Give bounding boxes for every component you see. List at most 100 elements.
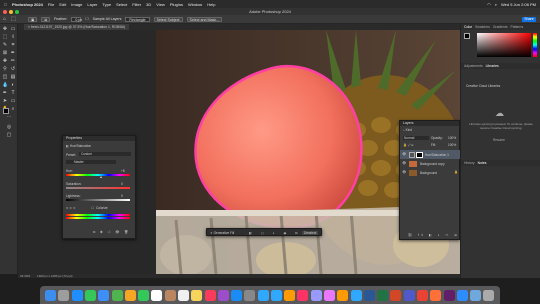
deselect-button[interactable]: Deselect: [302, 230, 319, 235]
home-icon[interactable]: ⌂: [3, 16, 6, 22]
select-subject-button[interactable]: Select Subject: [153, 16, 183, 22]
search-icon[interactable]: ⌕: [495, 2, 497, 7]
stamp-tool-icon[interactable]: ⚲: [2, 66, 8, 72]
menu-layer[interactable]: Layer: [87, 2, 97, 7]
layers-footer-icons[interactable]: ⛓ fx ◧ ◐ ▭ ⊞ 🗑: [408, 233, 460, 237]
tab-history[interactable]: History: [464, 160, 475, 166]
dock-app-icon[interactable]: [470, 289, 482, 301]
dock-app-icon[interactable]: [284, 289, 296, 301]
layer-row[interactable]: 👁 Hue/Saturation 1: [400, 150, 460, 159]
more-tools-icon[interactable]: ⋯: [6, 114, 12, 120]
dock-app-icon[interactable]: [390, 289, 402, 301]
foreground-swatch[interactable]: [464, 33, 470, 39]
add-selection-button[interactable]: ⧉: [41, 16, 50, 22]
minimize-window-button[interactable]: [9, 9, 13, 14]
hue-strip[interactable]: [533, 33, 537, 57]
new-selection-button[interactable]: ▣: [28, 16, 38, 22]
gradient-tool-icon[interactable]: ▤: [10, 74, 16, 80]
menu-plugins[interactable]: Plugins: [170, 2, 183, 7]
select-and-mask-button[interactable]: Select and Mask...: [186, 16, 223, 22]
blur-tool-icon[interactable]: 💧: [2, 82, 8, 88]
saturation-value[interactable]: 0: [121, 182, 123, 186]
feather-input[interactable]: 0 px: [71, 16, 82, 22]
menu-3d[interactable]: 3D: [146, 2, 151, 7]
eraser-tool-icon[interactable]: ◫: [2, 74, 8, 80]
layer-name[interactable]: Background copy: [420, 162, 445, 166]
close-window-button[interactable]: [3, 9, 7, 14]
menu-app-name[interactable]: Photoshop 2024: [12, 2, 43, 7]
dock-app-icon[interactable]: [111, 289, 123, 301]
frame-tool-icon[interactable]: ⊠: [2, 50, 8, 56]
tab-adjustments[interactable]: Adjustments: [464, 63, 483, 69]
dock-app-icon[interactable]: [443, 289, 455, 301]
quick-mask-icon[interactable]: ◎: [6, 124, 12, 130]
dock-app-icon[interactable]: [297, 289, 309, 301]
dock-app-icon[interactable]: [324, 289, 336, 301]
dock-app-icon[interactable]: [231, 289, 243, 301]
lightness-slider-track[interactable]: [66, 199, 130, 201]
layer-mask-thumb[interactable]: [416, 151, 423, 158]
type-tool-icon[interactable]: T: [10, 90, 16, 96]
lasso-tool-icon[interactable]: ℓ: [10, 34, 16, 40]
screen-mode-icon[interactable]: ▢: [6, 132, 12, 138]
channel-select[interactable]: Master: [66, 160, 116, 164]
share-button[interactable]: Share: [522, 17, 536, 22]
menu-window[interactable]: Window: [188, 2, 202, 7]
apple-icon[interactable]: : [4, 2, 7, 7]
dock-app-icon[interactable]: [177, 289, 189, 301]
zoom-window-button[interactable]: [15, 9, 19, 14]
lightness-value[interactable]: 0: [121, 194, 123, 198]
fg-bg-swatches[interactable]: [464, 33, 475, 42]
move-tool-icon[interactable]: ✥: [2, 26, 8, 32]
dock-app-icon[interactable]: [244, 289, 256, 301]
layer-name[interactable]: Background: [420, 171, 437, 175]
shape-tool-icon[interactable]: ▭: [10, 98, 16, 104]
generative-fill-button[interactable]: ✦ Generative Fill: [210, 231, 234, 235]
dock-app-icon[interactable]: [164, 289, 176, 301]
visibility-eye-icon[interactable]: 👁: [402, 170, 406, 174]
style-select[interactable]: Rectangle: [125, 16, 150, 22]
pen-tool-icon[interactable]: ✒: [2, 90, 8, 96]
artboard-tool-icon[interactable]: ▭: [10, 26, 16, 32]
canvas-area[interactable]: Properties ◧ Hue/Saturation Preset: Cust…: [18, 30, 460, 274]
layers-header[interactable]: Layers: [400, 121, 459, 126]
dock-app-icon[interactable]: [151, 289, 163, 301]
dock-app-icon[interactable]: [363, 289, 375, 301]
menu-image[interactable]: Image: [71, 2, 82, 7]
brush-tool-icon[interactable]: ✏: [10, 58, 16, 64]
dock-app-icon[interactable]: [456, 289, 468, 301]
visibility-eye-icon[interactable]: 👁: [402, 161, 406, 165]
fill-value[interactable]: 100%: [448, 143, 456, 147]
dock-app-icon[interactable]: [84, 289, 96, 301]
dock-app-icon[interactable]: [417, 289, 429, 301]
dock-app-icon[interactable]: [403, 289, 415, 301]
dock-app-icon[interactable]: [337, 289, 349, 301]
menu-file[interactable]: File: [48, 2, 54, 7]
colorize-checkbox[interactable]: ☐: [91, 206, 94, 210]
menu-select[interactable]: Select: [116, 2, 127, 7]
layer-name[interactable]: Hue/Saturation 1: [425, 153, 449, 157]
blend-mode-select[interactable]: Normal: [403, 136, 429, 140]
dock-app-icon[interactable]: [138, 289, 150, 301]
dock-app-icon[interactable]: [204, 289, 216, 301]
lock-icons[interactable]: 🔒 ⤢ ⊞: [403, 143, 413, 147]
menu-view[interactable]: View: [156, 2, 165, 7]
color-picker-field[interactable]: [477, 33, 531, 57]
dock-app-icon[interactable]: [217, 289, 229, 301]
dock-app-icon[interactable]: [310, 289, 322, 301]
path-select-icon[interactable]: ➤: [2, 98, 8, 104]
tab-swatches[interactable]: Swatches: [475, 24, 490, 30]
preset-select[interactable]: Custom: [79, 152, 131, 156]
eyedropper-tool-icon[interactable]: ✒: [10, 50, 16, 56]
dock-app-icon[interactable]: [270, 289, 282, 301]
marquee-tool-icon[interactable]: ⬚: [11, 16, 16, 22]
sample-all-checkbox[interactable]: ☐: [85, 17, 88, 21]
layer-row[interactable]: 👁 Background 🔒: [400, 168, 460, 177]
hue-value[interactable]: +8: [121, 169, 125, 173]
menu-filter[interactable]: Filter: [132, 2, 141, 7]
dock-app-icon[interactable]: [98, 289, 110, 301]
tab-color[interactable]: Color: [464, 24, 472, 30]
hue-slider-thumb[interactable]: [100, 176, 102, 178]
dock-app-icon[interactable]: [58, 289, 70, 301]
marquee-tool-icon[interactable]: ⬚: [2, 34, 8, 40]
